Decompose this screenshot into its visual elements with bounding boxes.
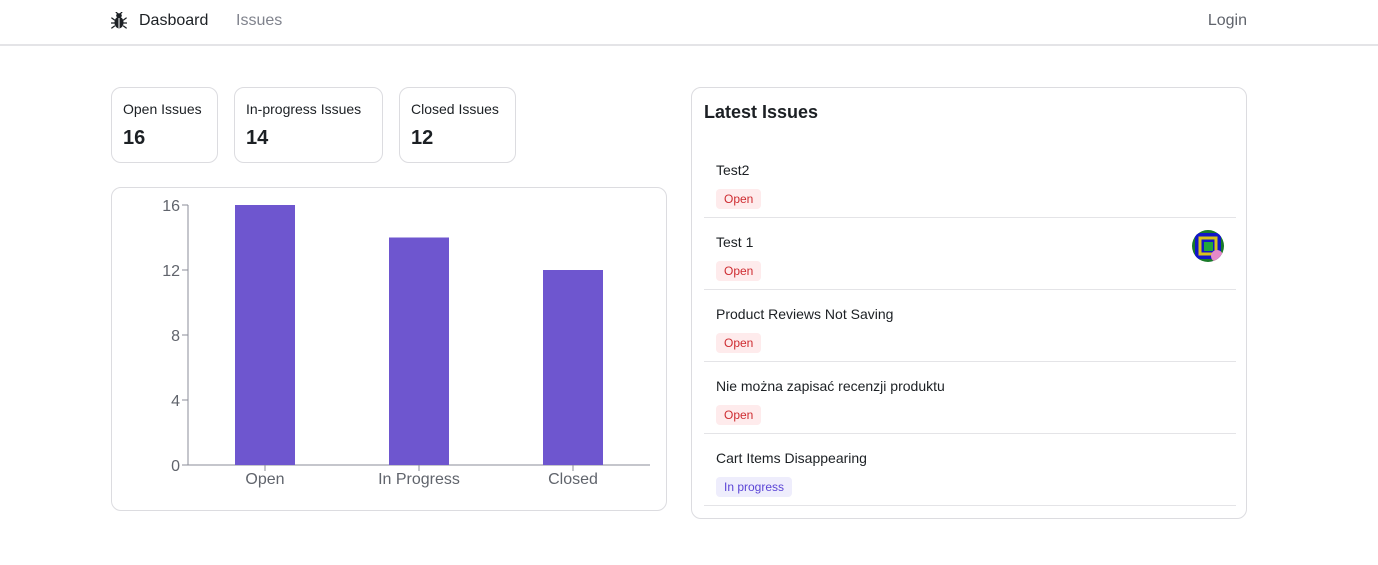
nav-link-issues[interactable]: Issues	[236, 12, 282, 30]
y-tick-label: 8	[171, 328, 180, 345]
issues-bar-chart: 0 4 8 12 16 Open In Progress Closed	[162, 198, 650, 488]
y-tick-label: 4	[171, 393, 180, 410]
stat-card-in-progress[interactable]: In-progress Issues 14	[234, 87, 383, 163]
issue-row: Test 1 Open	[704, 218, 1236, 290]
stat-value: 14	[246, 127, 269, 149]
status-badge: Open	[716, 405, 762, 425]
issue-title-link[interactable]: Product Reviews Not Saving	[716, 306, 893, 322]
status-badge: Open	[716, 189, 762, 209]
navbar: Dasboard Issues Login	[0, 0, 1378, 46]
assignee-avatar	[1192, 230, 1224, 262]
issue-title-link[interactable]: Cart Items Disappearing	[716, 450, 867, 466]
stat-card-closed[interactable]: Closed Issues 12	[399, 87, 516, 163]
nav-link-dashboard[interactable]: Dasboard	[139, 12, 208, 30]
issue-row: Cart Items Disappearing In progress	[704, 434, 1236, 506]
issue-list: Test2 Open Test 1 Open Product Reviews N…	[704, 146, 1236, 506]
y-tick-label: 0	[171, 458, 180, 475]
x-tick-label: In Progress	[378, 471, 460, 488]
issue-row: Product Reviews Not Saving Open	[704, 290, 1236, 362]
y-tick-label: 16	[162, 198, 180, 215]
login-link[interactable]: Login	[1208, 12, 1247, 30]
issue-row: Test2 Open	[704, 146, 1236, 218]
x-tick-label: Closed	[548, 471, 598, 488]
stat-value: 12	[411, 127, 434, 149]
bar-closed	[543, 270, 603, 465]
issue-title-link[interactable]: Test 1	[716, 234, 753, 250]
issues-bar-chart-card: 0 4 8 12 16 Open In Progress Closed	[111, 187, 667, 511]
status-badge: Open	[716, 333, 762, 353]
stat-label: Closed Issues	[411, 101, 499, 117]
issue-row: Nie można zapisać recenzji produktu Open	[704, 362, 1236, 434]
latest-issues-card: Latest Issues Test2 Open Test 1 Open Pro…	[691, 87, 1247, 519]
status-badge: Open	[716, 261, 762, 281]
issue-title-link[interactable]: Nie można zapisać recenzji produktu	[716, 378, 945, 394]
issue-title-link[interactable]: Test2	[716, 162, 749, 178]
x-tick-label: Open	[245, 471, 284, 488]
latest-issues-title: Latest Issues	[704, 102, 819, 122]
y-tick-label: 12	[162, 263, 180, 280]
status-badge: In progress	[716, 477, 793, 497]
bar-in-progress	[389, 237, 449, 465]
stat-card-open[interactable]: Open Issues 16	[111, 87, 218, 163]
stat-label: Open Issues	[123, 101, 202, 117]
bar-open	[235, 205, 295, 465]
stat-label: In-progress Issues	[246, 101, 362, 117]
stat-value: 16	[123, 127, 146, 149]
bug-icon[interactable]	[111, 12, 127, 30]
